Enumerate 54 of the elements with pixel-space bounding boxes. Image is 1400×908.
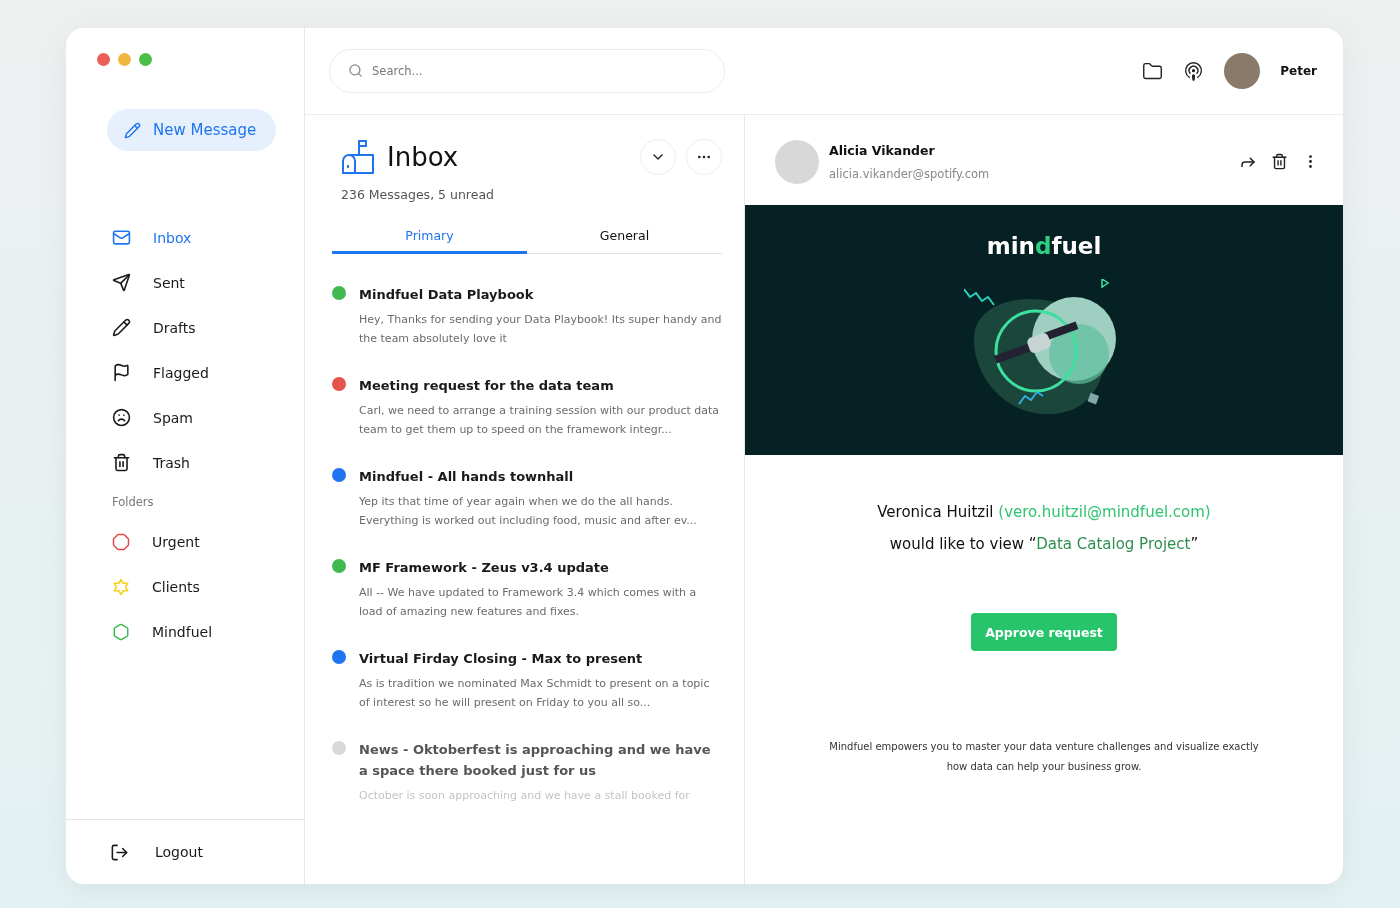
paper-plane-icon <box>112 273 131 292</box>
message-preview: October is soon approaching and we have a stall booked for <box>359 788 691 804</box>
message-title[interactable]: News - Oktoberfest is approaching and we have a space there booked just for us <box>359 739 722 781</box>
message-count: 236 Messages, 5 unread <box>340 186 495 202</box>
sender-name: Alicia Vikander <box>829 143 936 158</box>
broadcast-icon[interactable] <box>1183 60 1205 82</box>
envelope-icon <box>112 228 131 247</box>
message-title[interactable]: Mindfuel Data Playbook <box>359 284 722 305</box>
inbox-title: Inbox <box>387 142 460 172</box>
nav-item[interactable]: Flagged <box>66 350 304 395</box>
flag-icon <box>112 363 131 382</box>
pencil-icon <box>112 318 131 337</box>
message-preview: Yep its that time of year again when we do the all hands. Everything is worked out including food, music and after ev... <box>359 494 698 529</box>
maximize-icon[interactable] <box>139 53 152 66</box>
footer-text: Mindfuel empowers you to master your data venture challenges and visualize exactly how data can help your business grow. <box>828 740 1260 774</box>
folders-heading: Folders <box>111 494 155 511</box>
nav-item[interactable]: Spam <box>66 395 304 440</box>
new-message-button[interactable]: New Message <box>107 109 276 151</box>
search-icon <box>348 63 363 78</box>
tab[interactable]: General <box>527 220 722 254</box>
folder-item[interactable]: Mindfuel <box>66 609 304 654</box>
close-icon[interactable] <box>97 53 110 66</box>
request-sender: Veronica Huitzil (vero.huitzil@mindfuel.com) <box>877 503 1211 521</box>
frown-face-icon <box>112 408 131 427</box>
search-field[interactable]: Search... <box>329 49 725 93</box>
folder-item[interactable]: Urgent <box>66 519 304 564</box>
nav-item[interactable]: Trash <box>66 440 304 485</box>
message-title[interactable]: MF Framework - Zeus v3.4 update <box>359 557 722 578</box>
message-preview: As is tradition we nominated Max Schmidt to present on a topic of interest so he will present on Friday to you all so... <box>359 676 711 711</box>
sender-email: alicia.vikander@spotify.com <box>829 167 991 181</box>
pencil-icon <box>124 121 141 139</box>
message-title[interactable]: Mindfuel - All hands townhall <box>359 466 722 487</box>
trash-icon <box>112 453 131 472</box>
sender-avatar <box>775 140 819 184</box>
message-title[interactable]: Meeting request for the data team <box>359 375 722 396</box>
trash-icon[interactable] <box>1271 153 1288 170</box>
folder-item[interactable]: Clients <box>66 564 304 609</box>
request-text: would like to view “Data Catalog Project” <box>889 535 1199 553</box>
avatar[interactable] <box>1224 53 1261 89</box>
logo: mindfuel <box>986 233 1102 259</box>
nav-item[interactable]: Drafts <box>66 305 304 350</box>
user-name: Peter <box>1280 64 1317 78</box>
folder-icon[interactable] <box>1142 60 1164 82</box>
message-preview: All -- We have updated to Framework 3.4 which comes with a load of amazing new features and fixes. <box>359 585 698 620</box>
mailbox-icon <box>341 139 377 175</box>
nav-item[interactable]: Inbox <box>66 215 304 260</box>
nav-item[interactable]: Sent <box>66 260 304 305</box>
logout-icon <box>110 842 129 862</box>
expand-button[interactable] <box>640 139 676 175</box>
message-preview: Hey, Thanks for sending your Data Playbook! Its super handy and the team absolutely love it <box>359 312 722 347</box>
logout-item[interactable]: Logout <box>66 819 304 884</box>
message-preview: Carl, we need to arrange a training session with our product data team to get them up to speed on the framework integr... <box>359 403 721 438</box>
message-title[interactable]: Virtual Firday Closing - Max to present <box>359 648 722 669</box>
tab[interactable]: Primary <box>332 220 527 254</box>
